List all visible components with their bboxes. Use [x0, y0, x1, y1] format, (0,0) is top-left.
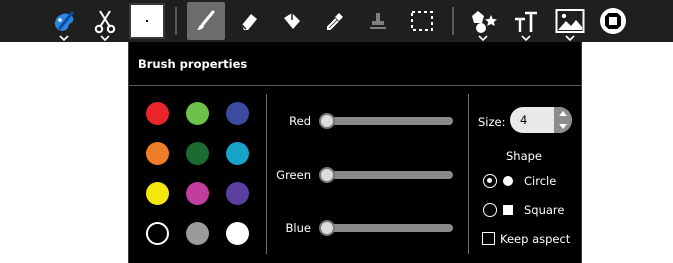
color-swatch[interactable] [186, 222, 209, 245]
current-color-button[interactable] [129, 3, 165, 39]
stop-button[interactable] [594, 2, 632, 40]
square-shape-label: Square [524, 203, 565, 217]
square-shape-icon [503, 205, 513, 215]
chevron-down-icon[interactable] [521, 35, 531, 41]
paintbrush-icon [197, 10, 215, 30]
red-slider[interactable] [325, 117, 453, 125]
text-icon [515, 11, 537, 32]
red-slider-label: Red [289, 114, 311, 128]
insert-image-button[interactable] [551, 2, 589, 41]
insert-image-icon [555, 9, 585, 33]
green-slider-label: Green [276, 168, 311, 182]
green-slider[interactable] [325, 171, 453, 179]
blue-slider-handle[interactable] [319, 220, 335, 236]
toolbar-divider [452, 7, 454, 35]
chevron-down-icon[interactable] [565, 35, 575, 41]
blue-slider[interactable] [325, 224, 453, 232]
square-shape-radio[interactable] [483, 203, 497, 217]
chevron-down-icon[interactable] [59, 35, 69, 41]
main-toolbar [0, 0, 673, 42]
cut-tool-button[interactable] [86, 2, 124, 41]
color-swatch[interactable] [186, 182, 209, 205]
size-label: Size: [478, 115, 506, 129]
chevron-down-icon[interactable] [478, 35, 488, 41]
circle-shape-icon [503, 176, 513, 186]
circle-shape-label: Circle [524, 174, 557, 188]
eraser-icon [241, 14, 257, 30]
text-tool-button[interactable] [507, 2, 545, 41]
color-swatch[interactable] [186, 102, 209, 125]
panel-title: Brush properties [138, 57, 248, 71]
size-value[interactable]: 4 [520, 113, 527, 127]
stamp-tool-button[interactable] [359, 2, 397, 40]
color-swatch[interactable] [146, 182, 169, 205]
select-tool-button[interactable] [403, 2, 441, 40]
blue-slider-label: Blue [285, 221, 311, 235]
red-slider-handle[interactable] [319, 113, 335, 129]
keep-aspect-checkbox[interactable] [482, 232, 495, 245]
rectangle-select-icon [411, 11, 433, 31]
fill-tool-button[interactable] [273, 2, 311, 40]
color-picker-tool-button[interactable] [316, 2, 354, 40]
shape-heading: Shape [506, 149, 543, 163]
paint-tool-button[interactable] [45, 2, 83, 41]
keep-aspect-label: Keep aspect [500, 232, 571, 246]
green-slider-handle[interactable] [319, 167, 335, 183]
color-swatch[interactable] [146, 102, 169, 125]
shapes-tool-button[interactable] [464, 2, 502, 41]
stamp-icon [370, 13, 386, 29]
fill-bucket-icon [284, 13, 300, 29]
color-swatch[interactable] [146, 142, 169, 165]
eraser-tool-button[interactable] [230, 2, 268, 40]
panel-column-divider [468, 94, 469, 254]
color-swatch-icon [146, 20, 148, 22]
brush-properties-panel: Brush properties Red Green Blue Size: 4 [128, 42, 582, 263]
color-swatch[interactable] [146, 222, 169, 245]
paint-palette-icon [55, 11, 74, 31]
spin-down-icon[interactable] [554, 120, 572, 133]
color-swatch[interactable] [226, 102, 249, 125]
color-swatch[interactable] [226, 142, 249, 165]
shapes-icon [472, 11, 497, 33]
color-swatch[interactable] [226, 182, 249, 205]
panel-divider [129, 85, 581, 86]
spinner-buttons [554, 107, 572, 133]
chevron-down-icon[interactable] [100, 35, 110, 41]
spin-up-icon[interactable] [554, 107, 572, 120]
color-swatch[interactable] [226, 222, 249, 245]
size-spinner[interactable]: 4 [510, 107, 572, 133]
color-swatch[interactable] [186, 142, 209, 165]
paintbrush-tool-button[interactable] [187, 2, 225, 40]
stop-icon [600, 8, 626, 34]
scissors-icon [94, 10, 116, 34]
toolbar-divider [175, 7, 177, 35]
color-picker-icon [327, 13, 343, 30]
circle-shape-radio[interactable] [483, 174, 497, 188]
